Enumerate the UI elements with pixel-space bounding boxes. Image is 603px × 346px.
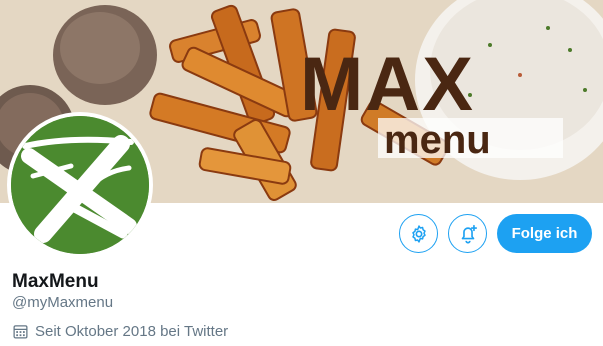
join-date: Seit Oktober 2018 bei Twitter bbox=[12, 323, 228, 340]
avatar[interactable] bbox=[7, 112, 153, 258]
banner-brand-top: MAX bbox=[300, 42, 475, 127]
join-date-text: Seit Oktober 2018 bei Twitter bbox=[35, 323, 229, 340]
bell-plus-icon bbox=[461, 224, 477, 244]
calendar-icon bbox=[13, 325, 28, 339]
following-button[interactable]: Folge ich bbox=[497, 214, 592, 253]
settings-button[interactable] bbox=[399, 214, 438, 253]
banner-brand-bottom: menu bbox=[384, 118, 491, 162]
display-name: MaxMenu bbox=[12, 271, 99, 292]
user-handle: @myMaxmenu bbox=[12, 294, 114, 311]
notifications-button[interactable] bbox=[448, 214, 487, 253]
avatar-x-logo bbox=[11, 116, 149, 254]
avatar-image bbox=[11, 116, 149, 254]
gear-icon bbox=[411, 224, 426, 243]
following-button-label: Folge ich bbox=[511, 225, 578, 242]
